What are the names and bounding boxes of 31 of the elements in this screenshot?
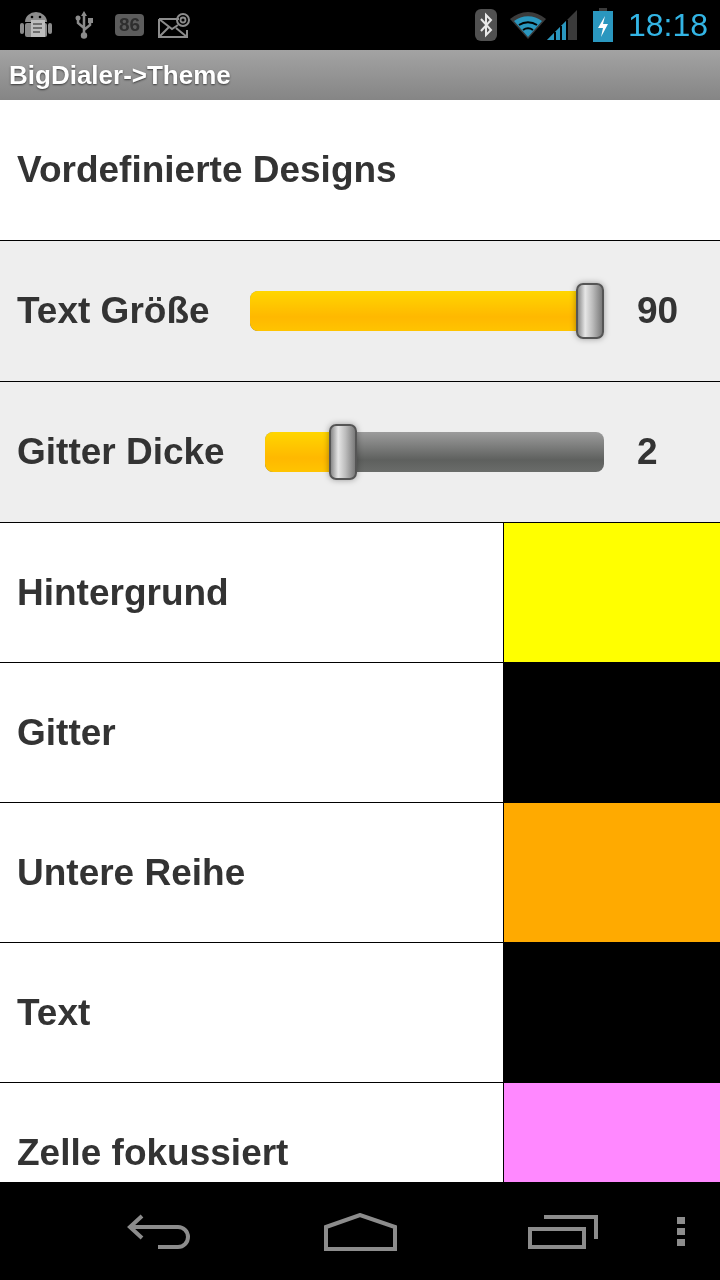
envelope-icon xyxy=(158,12,191,38)
slider-value: 2 xyxy=(637,431,659,473)
robot-icon xyxy=(20,11,52,39)
slider-thumb[interactable] xyxy=(575,283,604,339)
slider-track[interactable] xyxy=(264,424,604,480)
setting-label: Gitter Dicke xyxy=(17,431,225,473)
slider-track[interactable] xyxy=(249,283,604,339)
color-swatch[interactable] xyxy=(503,663,720,802)
menu-icon[interactable] xyxy=(677,1217,685,1246)
setting-label: Hintergrund xyxy=(16,572,230,614)
color-swatch[interactable] xyxy=(503,943,720,1082)
color-swatch[interactable] xyxy=(503,803,720,942)
slider-value: 90 xyxy=(637,290,680,332)
setting-label: Text xyxy=(16,992,92,1034)
battery-charging-icon xyxy=(592,8,613,42)
color-swatch[interactable] xyxy=(503,523,720,662)
setting-label: Gitter xyxy=(16,712,117,754)
setting-label: Untere Reihe xyxy=(16,852,247,894)
wifi-icon xyxy=(508,10,547,40)
back-icon[interactable] xyxy=(127,1213,193,1250)
clock-time: 18:18 xyxy=(627,7,708,43)
signal-icon xyxy=(546,10,577,40)
window-title: BigDialer->Theme xyxy=(9,59,231,91)
usb-icon xyxy=(74,11,94,39)
slider-thumb[interactable] xyxy=(328,424,357,480)
home-icon[interactable] xyxy=(324,1212,397,1251)
setting-label: Zelle fokussiert xyxy=(16,1132,290,1174)
setting-label: Text Größe xyxy=(17,290,210,332)
color-swatch[interactable] xyxy=(503,1083,720,1182)
bluetooth-icon xyxy=(474,9,497,41)
recent-apps-icon[interactable] xyxy=(528,1214,598,1249)
